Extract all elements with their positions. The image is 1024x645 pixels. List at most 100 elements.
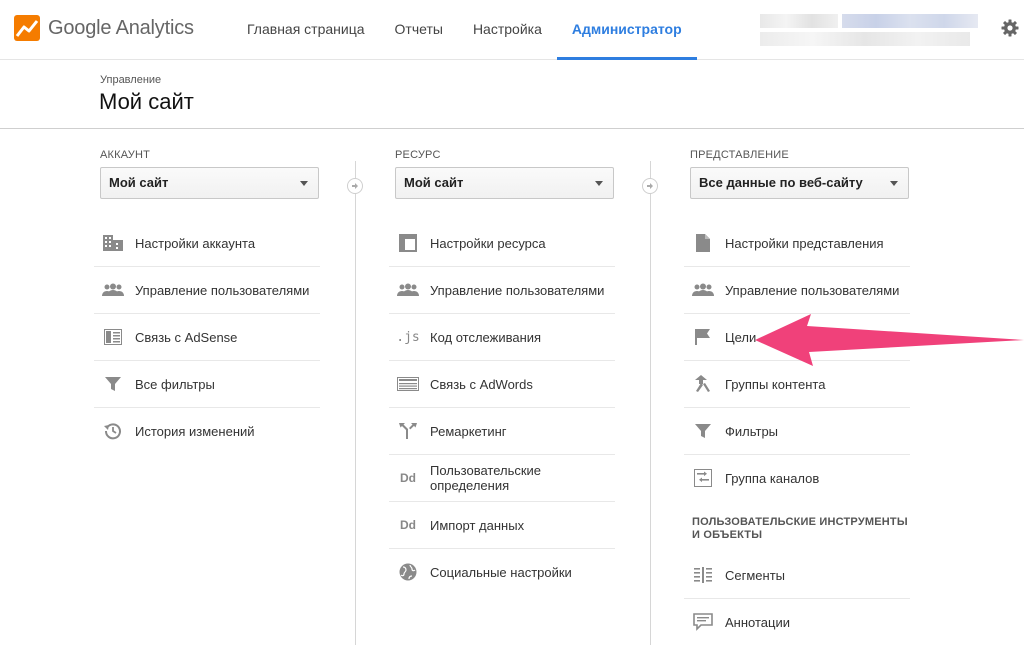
account-select-value: Мой сайт [109, 175, 169, 190]
chevron-down-icon [890, 181, 898, 186]
menu-item-label: Социальные настройки [430, 565, 572, 580]
window-icon [397, 234, 419, 252]
dd-icon: Dd [400, 471, 416, 485]
filter-icon [692, 422, 714, 440]
column-divider [355, 161, 356, 645]
menu-item-filters[interactable]: Фильтры [684, 408, 910, 455]
nav-admin[interactable]: Администратор [556, 0, 697, 60]
property-column-label: РЕСУРС [395, 149, 441, 161]
js-icon: .js [396, 329, 420, 345]
menu-item-user-management[interactable]: Управление пользователями [94, 267, 320, 314]
nav-reports[interactable]: Отчеты [380, 0, 458, 60]
menu-item-label: Все фильтры [135, 377, 215, 392]
users-icon [102, 281, 124, 299]
menu-item-remarketing[interactable]: Ремаркетинг [389, 408, 615, 455]
globe-icon [397, 563, 419, 581]
menu-item-user-management[interactable]: Управление пользователями [389, 267, 615, 314]
menu-item-content-groups[interactable]: Группы контента [684, 361, 910, 408]
google-analytics-logo[interactable]: Google Analytics [14, 15, 194, 41]
menu-item-adwords-link[interactable]: Связь с AdWords [389, 361, 615, 408]
users-icon [692, 281, 714, 299]
menu-item-label: История изменений [135, 424, 255, 439]
menu-item-change-history[interactable]: История изменений [94, 408, 320, 455]
account-menu: Настройки аккаунта Управление пользовате… [94, 220, 320, 455]
menu-item-social-settings[interactable]: Социальные настройки [389, 549, 615, 596]
section-title-line-1: ПОЛЬЗОВАТЕЛЬСКИЕ ИНСТРУМЕНТЫ [692, 516, 908, 528]
arrow-right-icon [642, 178, 658, 194]
menu-item-label-line-2: определения [430, 478, 510, 493]
menu-item-label: Связь с AdWords [430, 377, 533, 392]
chevron-down-icon [595, 181, 603, 186]
view-menu: Настройки представления Управление польз… [684, 220, 910, 645]
menu-item-label: Цели [725, 330, 757, 345]
adwords-icon [397, 375, 419, 393]
section-title-line-2: И ОБЪЕКТЫ [692, 529, 763, 541]
menu-item-property-settings[interactable]: Настройки ресурса [389, 220, 615, 267]
menu-item-label: Ремаркетинг [430, 424, 507, 439]
document-icon [692, 234, 714, 252]
menu-item-annotations[interactable]: Аннотации [684, 599, 910, 645]
menu-item-custom-definitions[interactable]: Dd Пользовательские определения [389, 455, 615, 502]
view-column-label: ПРЕДСТАВЛЕНИЕ [690, 149, 789, 161]
nav-home[interactable]: Главная страница [232, 0, 380, 60]
column-divider [650, 161, 651, 645]
channels-icon [692, 469, 714, 487]
menu-item-channel-grouping[interactable]: Группа каналов [684, 455, 910, 502]
main-nav: Главная страница Отчеты Настройка Админи… [232, 0, 697, 60]
property-select[interactable]: Мой сайт [395, 167, 614, 199]
arrow-right-icon [347, 178, 363, 194]
account-info-blurred[interactable] [760, 12, 980, 48]
account-column-label: АККАУНТ [100, 149, 151, 161]
property-menu: Настройки ресурса Управление пользовател… [389, 220, 615, 596]
menu-item-label: Фильтры [725, 424, 779, 439]
menu-item-label: Связь с AdSense [135, 330, 238, 345]
menu-item-segments[interactable]: Сегменты [684, 552, 910, 599]
menu-item-label: Настройки представления [725, 236, 884, 251]
menu-item-data-import[interactable]: Dd Импорт данных [389, 502, 615, 549]
menu-item-label: Управление пользователями [430, 283, 605, 298]
dd-icon: Dd [400, 518, 416, 532]
menu-item-view-settings[interactable]: Настройки представления [684, 220, 910, 267]
history-icon [102, 422, 124, 440]
menu-item-tracking-code[interactable]: .js Код отслеживания [389, 314, 615, 361]
menu-item-label: Импорт данных [430, 518, 525, 533]
nav-customization[interactable]: Настройка [458, 0, 557, 60]
custom-tools-section-title: ПОЛЬЗОВАТЕЛЬСКИЕ ИНСТРУМЕНТЫ И ОБЪЕКТЫ [690, 502, 910, 552]
menu-item-user-management[interactable]: Управление пользователями [684, 267, 910, 314]
menu-item-label: Группы контента [725, 377, 826, 392]
menu-item-label: Аннотации [725, 615, 790, 630]
chevron-down-icon [300, 181, 308, 186]
adsense-icon [102, 328, 124, 346]
page-header: Управление Мой сайт [0, 61, 1024, 129]
users-icon [397, 281, 419, 299]
menu-item-label: Управление пользователями [135, 283, 310, 298]
top-bar: Google Analytics Главная страница Отчеты… [0, 0, 1024, 60]
logo-google-text: Google [48, 16, 112, 39]
breadcrumb[interactable]: Управление [100, 74, 161, 86]
flag-icon [692, 328, 714, 346]
menu-item-label: Код отслеживания [430, 330, 542, 345]
gear-icon[interactable] [1000, 18, 1020, 38]
view-select[interactable]: Все данные по веб-сайту [690, 167, 909, 199]
menu-item-all-filters[interactable]: Все фильтры [94, 361, 320, 408]
annotations-icon [692, 613, 714, 631]
content-groups-icon [692, 375, 714, 393]
remarketing-icon [397, 422, 419, 440]
menu-item-account-settings[interactable]: Настройки аккаунта [94, 220, 320, 267]
menu-item-label: Управление пользователями [725, 283, 900, 298]
menu-item-label: Группа каналов [725, 471, 820, 486]
segments-icon [692, 566, 714, 584]
menu-item-adsense-link[interactable]: Связь с AdSense [94, 314, 320, 361]
analytics-logo-icon [14, 15, 40, 41]
building-icon [102, 234, 124, 252]
menu-item-label-line-1: Пользовательские [430, 463, 542, 478]
menu-item-label: Сегменты [725, 568, 786, 583]
logo-analytics-text: Analytics [115, 16, 194, 39]
menu-item-label: Настройки аккаунта [135, 236, 256, 251]
page-title: Мой сайт [99, 89, 194, 114]
property-select-value: Мой сайт [404, 175, 464, 190]
account-select[interactable]: Мой сайт [100, 167, 319, 199]
menu-item-label: Настройки ресурса [430, 236, 546, 251]
menu-item-goals[interactable]: Цели [684, 314, 910, 361]
view-select-value: Все данные по веб-сайту [699, 175, 863, 190]
